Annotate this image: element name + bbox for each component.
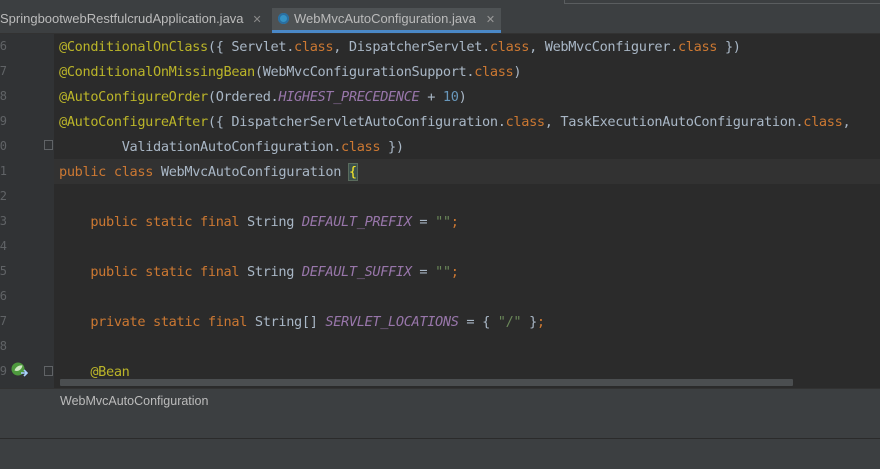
java-class-file-icon <box>278 13 289 24</box>
breadcrumb-item-class[interactable]: WebMvcAutoConfiguration <box>60 394 208 408</box>
code-line: @ConditionalOnClass({ Servlet.class, Dis… <box>59 39 741 55</box>
breadcrumb: WebMvcAutoConfiguration <box>0 388 880 414</box>
line-number: 2 <box>0 189 7 203</box>
editor-bottom-panel <box>0 414 880 438</box>
line-number: 8 <box>0 339 7 353</box>
line-number: 7 <box>0 314 7 328</box>
code-line: private static final String[] SERVLET_LO… <box>90 314 545 330</box>
tab-webmvc-autoconfiguration[interactable]: WebMvcAutoConfiguration.java ✕ <box>272 8 502 33</box>
line-number: 6 <box>0 39 7 53</box>
code-line: public static final String DEFAULT_SUFFI… <box>90 264 459 280</box>
tab-springboot-application[interactable]: SpringbootwebRestfulcrudApplication.java… <box>0 8 262 32</box>
editor-tab-bar: SpringbootwebRestfulcrudApplication.java… <box>0 0 880 34</box>
line-number: 6 <box>0 289 7 303</box>
code-line: @AutoConfigureOrder(Ordered.HIGHEST_PREC… <box>59 89 467 105</box>
fold-marker-icon[interactable] <box>44 140 53 150</box>
tab-label: WebMvcAutoConfiguration.java <box>294 11 476 26</box>
line-number: 9 <box>0 364 7 378</box>
tab-label: SpringbootwebRestfulcrudApplication.java <box>0 11 244 26</box>
code-line: ValidationAutoConfiguration.class }) <box>121 139 404 155</box>
line-number: 3 <box>0 214 7 228</box>
line-number: 5 <box>0 264 7 278</box>
fold-marker-icon[interactable] <box>44 366 53 376</box>
line-number: 8 <box>0 89 7 103</box>
line-number: 7 <box>0 64 7 78</box>
horizontal-scrollbar[interactable] <box>60 379 793 386</box>
code-line: @ConditionalOnMissingBean(WebMvcConfigur… <box>59 64 522 80</box>
line-number: 0 <box>0 139 7 153</box>
close-icon[interactable]: ✕ <box>253 14 262 26</box>
tabbar-dropdown-edge <box>564 0 880 4</box>
spring-bean-gutter-icon[interactable] <box>10 361 28 377</box>
matched-brace: { <box>347 163 358 181</box>
close-icon[interactable]: ✕ <box>486 14 495 26</box>
line-number: 1 <box>0 164 7 178</box>
code-line: @AutoConfigureAfter({ DispatcherServletA… <box>59 114 851 130</box>
line-number: 9 <box>0 114 7 128</box>
code-line: public class WebMvcAutoConfiguration { <box>59 163 358 181</box>
code-line: public static final String DEFAULT_PREFI… <box>90 214 459 230</box>
line-number: 4 <box>0 239 7 253</box>
line-number-gutter[interactable]: 6 7 8 9 0 1 2 3 4 5 6 7 8 9 <box>0 34 54 388</box>
status-bar <box>0 438 880 469</box>
code-editor[interactable]: @ConditionalOnClass({ Servlet.class, Dis… <box>54 34 880 388</box>
